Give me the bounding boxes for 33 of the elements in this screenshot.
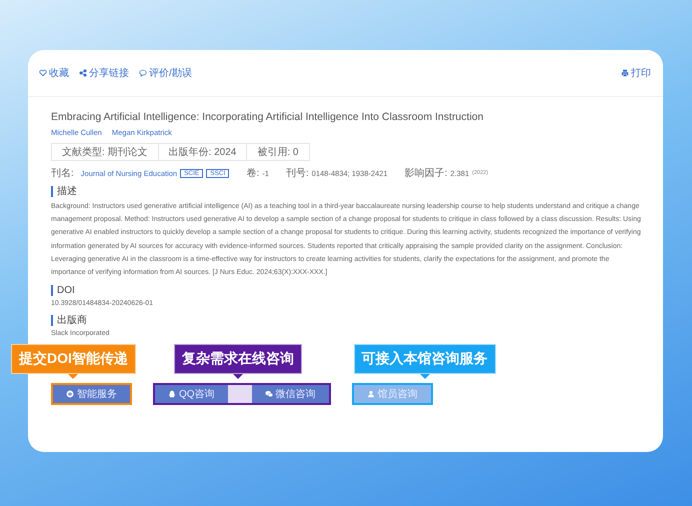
share-icon bbox=[79, 69, 87, 77]
info-label: 出版年份: 2024 bbox=[158, 144, 248, 160]
toolbar-link[interactable]: 评价/勘误 bbox=[139, 66, 192, 80]
chat-bubbles-icon bbox=[264, 390, 273, 398]
toolbar-link[interactable]: 分享链接 bbox=[79, 66, 129, 80]
callout-label: 提交DOI智能传递 bbox=[11, 344, 136, 374]
user-icon bbox=[366, 390, 375, 398]
impact-factor-label: 影响因子: bbox=[404, 167, 448, 180]
section-heading: 描述 bbox=[51, 186, 641, 197]
heart-icon bbox=[39, 69, 47, 77]
callout-pointer bbox=[68, 374, 78, 380]
article-title: Embracing Artificial Intelligence: Incorporating Artificial Intelligence Into Classroom Instruction bbox=[51, 111, 484, 123]
toolbar-link[interactable]: 收藏 bbox=[39, 66, 69, 80]
section-heading: DOI bbox=[51, 285, 641, 296]
print-link[interactable]: 打印 bbox=[621, 66, 651, 80]
service-button[interactable]: QQ咨询 bbox=[155, 385, 228, 404]
blank-segment bbox=[228, 385, 252, 404]
robot-icon bbox=[66, 390, 74, 398]
callout-pointer bbox=[233, 374, 243, 380]
info-label: 文献类型: 期刊论文 bbox=[52, 144, 159, 160]
penguin-icon bbox=[168, 390, 176, 398]
volume-label: 卷: bbox=[246, 167, 260, 180]
section-heading: 出版商 bbox=[51, 315, 641, 326]
service-button[interactable]: 微信咨询 bbox=[252, 385, 329, 404]
printer-icon bbox=[621, 69, 629, 77]
info-label: 被引用: 0 bbox=[256, 146, 300, 160]
callout-label: 复杂需求在线咨询 bbox=[174, 344, 302, 374]
issn-label: 刊号: bbox=[286, 167, 309, 180]
callout-label: 可接入本馆咨询服务 bbox=[354, 344, 496, 374]
service-button[interactable]: 智能服务 bbox=[53, 385, 130, 404]
journal-label: 刊名: bbox=[51, 167, 74, 180]
comment-icon bbox=[139, 69, 147, 77]
callout-pointer bbox=[420, 374, 430, 380]
